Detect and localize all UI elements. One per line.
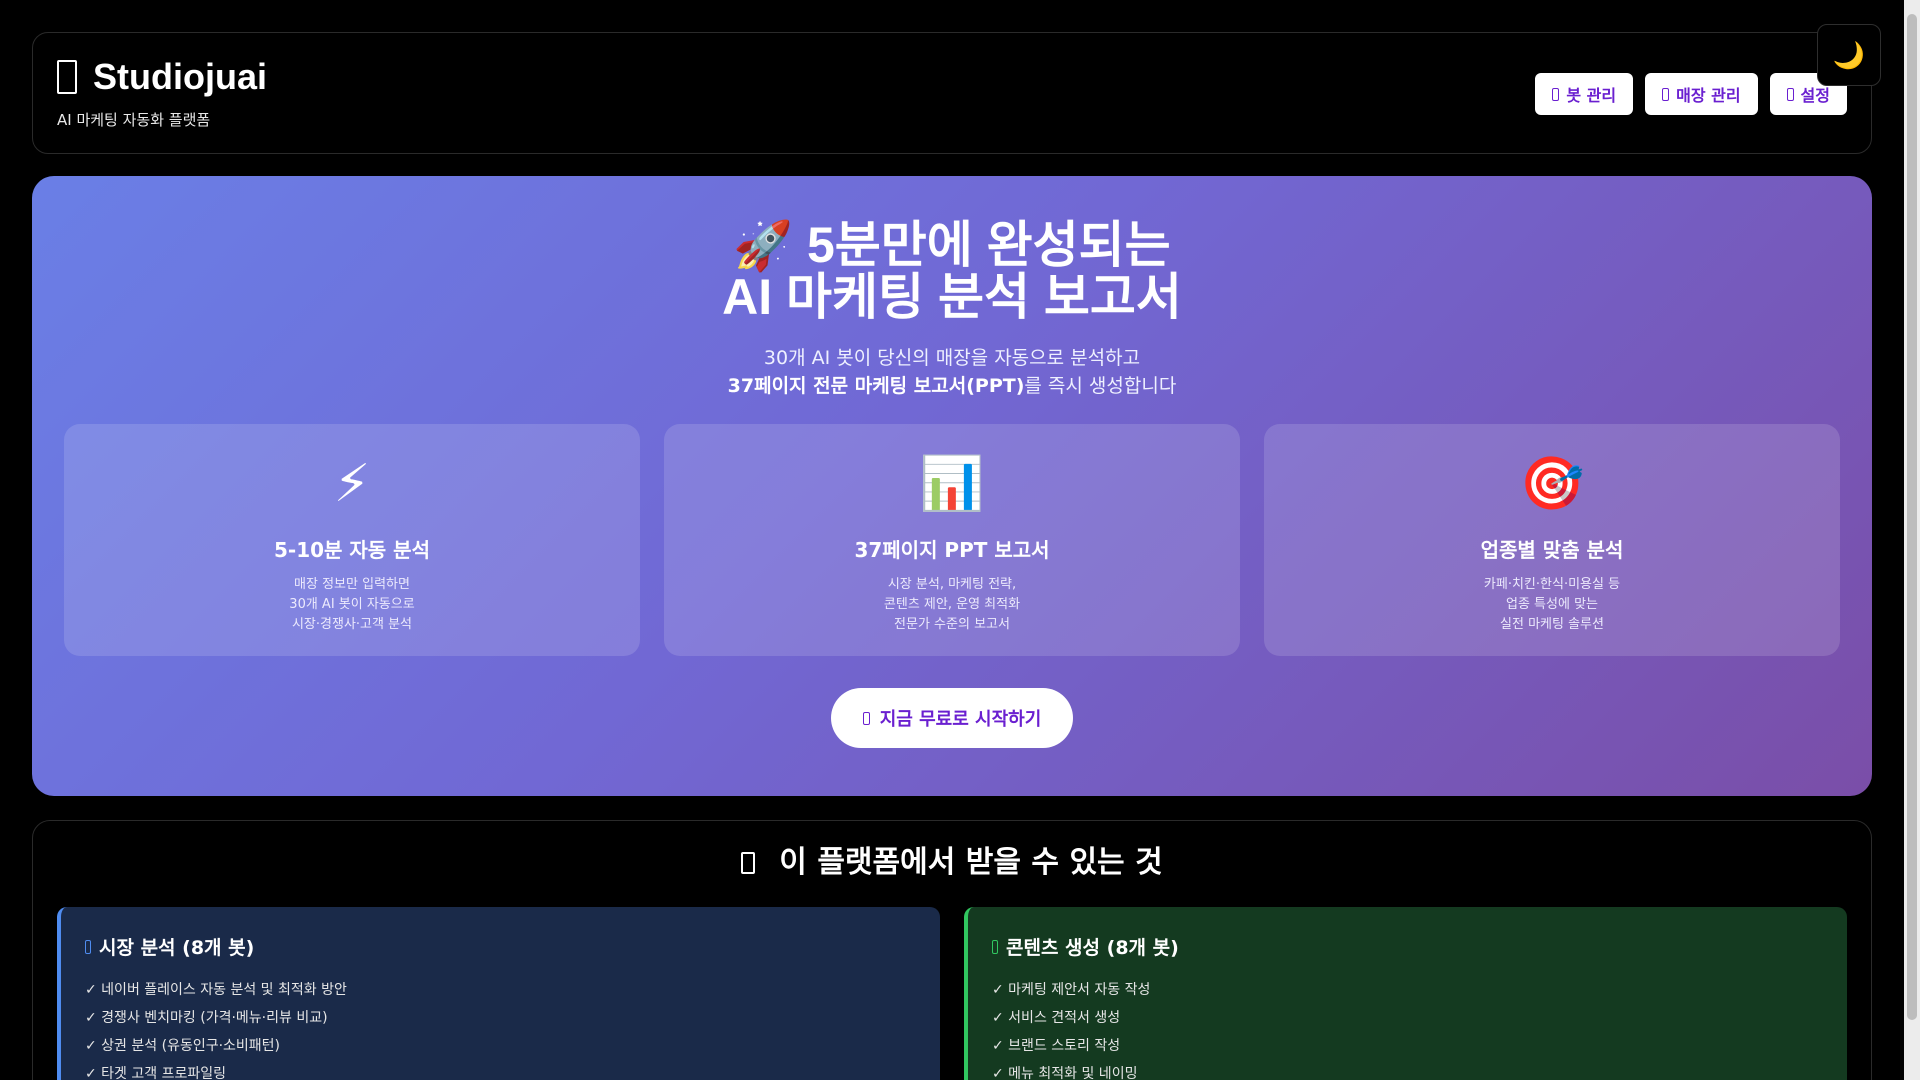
start-free-button[interactable]: 지금 무료로 시작하기 [830, 688, 1074, 748]
list-item: ✓ 경쟁사 벤치마킹 (가격·메뉴·리뷰 비교) [85, 1010, 328, 1026]
logo-icon [57, 59, 77, 95]
hero-title-line-1: 🚀 5분만에 완성되는 [32, 220, 1872, 272]
gift-icon [741, 852, 756, 874]
hero-subtitle-line-1: 30개 AI 봇이 당신의 매장을 자동으로 분석하고 [763, 347, 1141, 369]
hero-section: 🚀 5분만에 완성되는 AI 마케팅 분석 보고서 30개 AI 봇이 당신의 … [32, 176, 1872, 796]
brand-subtitle: AI 마케팅 자동화 플랫폼 [57, 111, 211, 129]
feature-title: 37페이지 PPT 보고서 [854, 538, 1050, 562]
start-icon [862, 711, 870, 725]
benefit-columns: 시장 분석 (8개 봇) ✓ 네이버 플레이스 자동 분석 및 최적화 방안 ✓… [57, 907, 1847, 1080]
list-item: ✓ 상권 분석 (유동인구·소비패턴) [85, 1038, 281, 1054]
theme-toggle-button[interactable]: 🌙 [1817, 24, 1881, 86]
page: Studiojuai AI 마케팅 자동화 플랫폼 봇 관리 매장 관리 설정 [0, 0, 1920, 1080]
benefit-list: ✓ 네이버 플레이스 자동 분석 및 최적화 방안 ✓ 경쟁사 벤치마킹 (가격… [85, 976, 916, 1080]
benefit-column-title: 시장 분석 (8개 봇) [85, 933, 916, 960]
list-item: ✓ 마케팅 제안서 자동 작성 [992, 982, 1151, 998]
hero-title-line-2: AI 마케팅 분석 보고서 [722, 269, 1182, 325]
benefit-list: ✓ 마케팅 제안서 자동 작성 ✓ 서비스 견적서 생성 ✓ 브랜드 스토리 작… [992, 976, 1823, 1080]
brand-name: Studiojuai [92, 56, 267, 97]
store-management-label: 매장 관리 [1676, 86, 1741, 105]
feature-card-auto-analysis: ⚡ 5-10분 자동 분석 매장 정보만 입력하면 30개 AI 봇이 자동으로… [64, 424, 640, 656]
list-item: ✓ 브랜드 스토리 작성 [992, 1038, 1121, 1054]
store-management-button[interactable]: 매장 관리 [1645, 73, 1758, 115]
hero-subtitle: 30개 AI 봇이 당신의 매장을 자동으로 분석하고 37페이지 전문 마케팅… [32, 344, 1872, 400]
app-header: Studiojuai AI 마케팅 자동화 플랫폼 봇 관리 매장 관리 설정 [32, 32, 1872, 154]
moon-icon: 🌙 [1832, 39, 1866, 70]
brand-title[interactable]: Studiojuai [57, 55, 267, 99]
lightning-icon: ⚡ [333, 454, 371, 514]
hero-title-text-1: 5분만에 완성되는 [806, 217, 1171, 273]
target-icon: 🎯 [1519, 454, 1585, 514]
feature-description: 시장 분석, 마케팅 전략, 콘텐츠 제안, 운영 최적화 전문가 수준의 보고… [883, 577, 1021, 632]
benefits-title-text: 이 플랫폼에서 받을 수 있는 것 [779, 845, 1163, 880]
feature-description: 매장 정보만 입력하면 30개 AI 봇이 자동으로 시장·경쟁사·고객 분석 [289, 577, 415, 632]
chart-icon [85, 939, 91, 954]
bot-icon [1552, 87, 1560, 101]
feature-card-industry-analysis: 🎯 업종별 맞춤 분석 카페·치킨·한식·미용실 등 업종 특성에 맞는 실전 … [1264, 424, 1840, 656]
start-free-label: 지금 무료로 시작하기 [879, 709, 1042, 730]
store-icon [1662, 87, 1670, 101]
list-item: ✓ 타겟 고객 프로파일링 [85, 1066, 227, 1080]
main-content: Studiojuai AI 마케팅 자동화 플랫폼 봇 관리 매장 관리 설정 [32, 32, 1872, 1080]
benefit-column-market-analysis: 시장 분석 (8개 봇) ✓ 네이버 플레이스 자동 분석 및 최적화 방안 ✓… [57, 907, 940, 1080]
benefit-column-title-text: 콘텐츠 생성 (8개 봇) [1006, 937, 1179, 959]
bot-management-label: 봇 관리 [1566, 86, 1617, 105]
feature-description: 카페·치킨·한식·미용실 등 업종 특성에 맞는 실전 마케팅 솔루션 [1483, 577, 1621, 632]
hero-title: 🚀 5분만에 완성되는 AI 마케팅 분석 보고서 [32, 176, 1872, 322]
list-item: ✓ 메뉴 최적화 및 네이밍 [992, 1066, 1138, 1080]
brand: Studiojuai AI 마케팅 자동화 플랫폼 [57, 55, 267, 130]
pencil-icon [992, 939, 998, 954]
list-item: ✓ 네이버 플레이스 자동 분석 및 최적화 방안 [85, 982, 347, 998]
feature-title: 업종별 맞춤 분석 [1480, 538, 1624, 562]
list-item: ✓ 서비스 견적서 생성 [992, 1010, 1121, 1026]
benefits-section: 이 플랫폼에서 받을 수 있는 것 시장 분석 (8개 봇) ✓ 네이버 플레이… [32, 820, 1872, 1080]
benefits-title: 이 플랫폼에서 받을 수 있는 것 [57, 821, 1847, 883]
feature-cards: ⚡ 5-10분 자동 분석 매장 정보만 입력하면 30개 AI 봇이 자동으로… [32, 424, 1872, 656]
scrollbar-thumb[interactable] [1907, 14, 1917, 1020]
rocket-icon: 🚀 [733, 220, 794, 273]
feature-title: 5-10분 자동 분석 [274, 538, 430, 562]
hero-subtitle-rest: 를 즉시 생성합니다 [1024, 375, 1177, 397]
bot-management-button[interactable]: 봇 관리 [1535, 73, 1634, 115]
benefit-column-title-text: 시장 분석 (8개 봇) [99, 937, 255, 959]
header-nav: 봇 관리 매장 관리 설정 [1535, 73, 1847, 115]
gear-icon [1786, 87, 1794, 101]
benefit-column-content-generation: 콘텐츠 생성 (8개 봇) ✓ 마케팅 제안서 자동 작성 ✓ 서비스 견적서 … [964, 907, 1847, 1080]
page-scrollbar[interactable] [1904, 0, 1920, 1080]
hero-subtitle-highlight: 37페이지 전문 마케팅 보고서(PPT) [727, 375, 1025, 397]
feature-card-ppt-report: 📊 37페이지 PPT 보고서 시장 분석, 마케팅 전략, 콘텐츠 제안, 운… [664, 424, 1240, 656]
bar-chart-icon: 📊 [919, 454, 985, 514]
benefit-column-title: 콘텐츠 생성 (8개 봇) [992, 933, 1823, 960]
